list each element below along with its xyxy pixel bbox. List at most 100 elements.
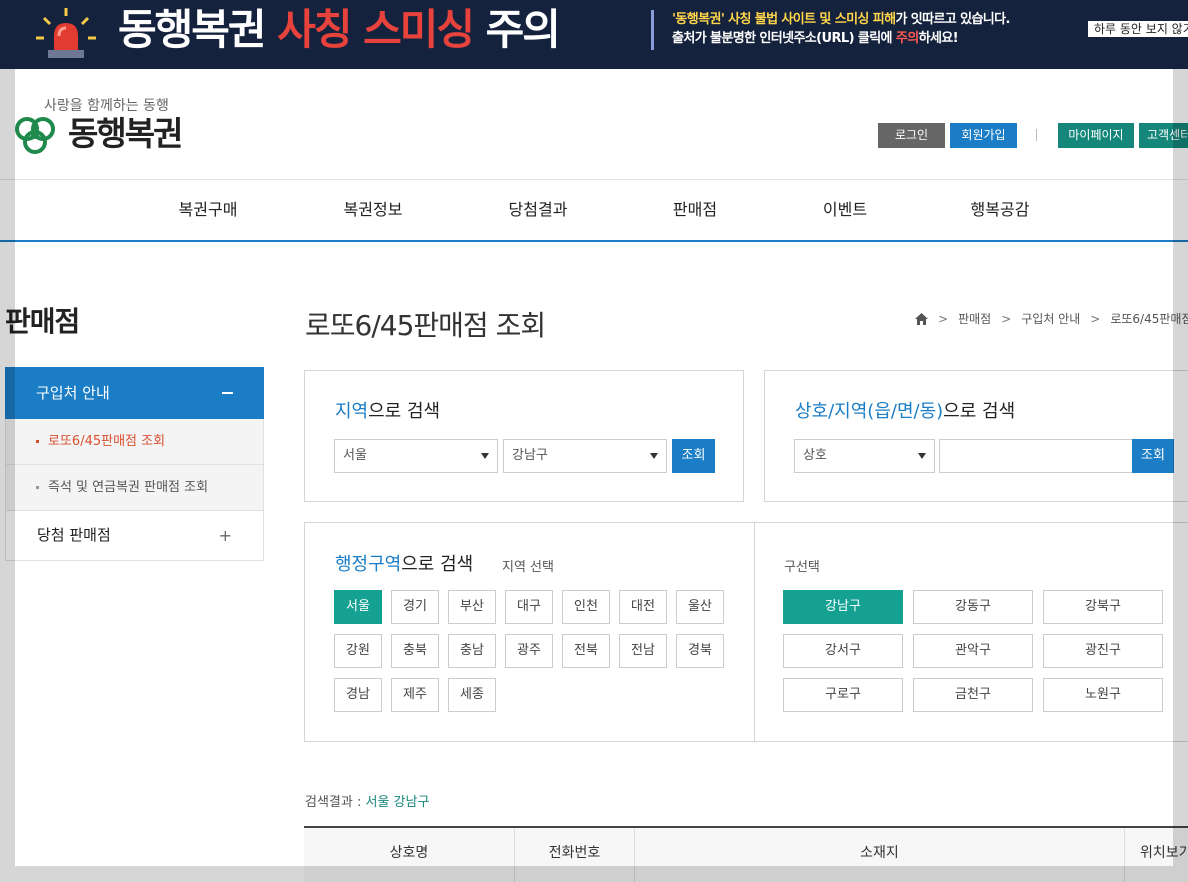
name-search-button[interactable]: 조회: [1132, 439, 1174, 473]
region-chip[interactable]: 세종: [448, 678, 496, 712]
region-search-button[interactable]: 조회: [672, 439, 715, 473]
sidebar-item-label: 당첨 판매점: [37, 526, 111, 544]
name-search-title-hl: 상호/지역(읍/면/동): [795, 401, 944, 422]
logo-text[interactable]: 동행복권: [68, 113, 183, 155]
nav-lottery-purchase[interactable]: 복권구매: [160, 180, 256, 240]
region-chip[interactable]: 울산: [676, 590, 724, 624]
sidebar-title: 판매점: [5, 305, 80, 338]
customer-center-button[interactable]: 고객센터: [1139, 123, 1188, 148]
region-chip[interactable]: 경기: [391, 590, 439, 624]
banner-title-caution: 주의: [485, 5, 561, 54]
region-select-label: 지역 선택: [502, 560, 554, 575]
gugun-select[interactable]: 강남구: [503, 439, 667, 473]
region-chip[interactable]: 서울: [334, 590, 382, 624]
siren-icon: [36, 8, 96, 58]
region-chip[interactable]: 충남: [448, 634, 496, 668]
sidebar-sub-label: 즉석 및 연금복권 판매점 조회: [48, 480, 209, 495]
chevron-right-icon: >: [1090, 311, 1101, 326]
expand-icon[interactable]: +: [219, 528, 232, 544]
admin-search-title-hl: 행정구역: [335, 554, 402, 575]
region-chip[interactable]: 경남: [334, 678, 382, 712]
sidebar-sub-instant-retailers[interactable]: 즉석 및 연금복권 판매점 조회: [5, 465, 264, 511]
gu-chip[interactable]: 강북구: [1043, 590, 1163, 624]
region-chip[interactable]: 전북: [562, 634, 610, 668]
nav-draw-results[interactable]: 당첨결과: [490, 180, 586, 240]
gu-chip[interactable]: 관악구: [913, 634, 1033, 668]
main-navigation: 복권구매 복권정보 당첨결과 판매점 이벤트 행복공감: [0, 180, 1188, 240]
search-type-select[interactable]: 상호: [794, 439, 935, 473]
gu-chip[interactable]: 광진구: [1043, 634, 1163, 668]
gu-chip[interactable]: 강동구: [913, 590, 1033, 624]
sidebar-item-purchase-guide[interactable]: 구입처 안내: [5, 367, 264, 419]
breadcrumb-item[interactable]: 판매점: [958, 310, 991, 327]
result-value: 서울 강남구: [365, 795, 430, 810]
region-chip[interactable]: 인천: [562, 590, 610, 624]
result-label: 검색결과 :: [305, 795, 366, 810]
sido-select-value: 서울: [343, 448, 367, 463]
region-chip[interactable]: 경북: [676, 634, 724, 668]
gu-chip[interactable]: 노원구: [1043, 678, 1163, 712]
region-search-title: 지역으로 검색: [335, 397, 440, 423]
breadcrumb-item-current: 로또6/45판매점 조회: [1110, 312, 1188, 326]
name-search-title: 상호/지역(읍/면/동)으로 검색: [795, 397, 1015, 423]
keyword-input[interactable]: [939, 439, 1133, 473]
gu-chip[interactable]: 강서구: [783, 634, 903, 668]
name-search-box: 상호/지역(읍/면/동)으로 검색 상호 조회: [764, 370, 1188, 502]
banner-close-today-button[interactable]: 하루 동안 보지 않기: [1088, 21, 1188, 37]
clover-logo-icon[interactable]: [13, 113, 59, 155]
region-chip[interactable]: 대구: [505, 590, 553, 624]
results-table-header: 상호명 전화번호 소재지 위치보기: [304, 828, 1188, 882]
region-chip[interactable]: 광주: [505, 634, 553, 668]
sidebar-item-label: 구입처 안내: [36, 384, 110, 402]
banner-divider: [651, 10, 654, 50]
home-icon[interactable]: [915, 312, 928, 325]
banner-msg-highlight: '동행복권' 사칭 불법 사이트 및 스미싱 피해: [672, 12, 896, 27]
breadcrumb: > 판매점 > 구입처 안내 > 로또6/45판매점 조회: [915, 310, 1188, 327]
dropdown-arrow-icon: [481, 453, 489, 459]
banner-msg-text2: 출처가 불분명한 인터넷주소(URL) 클릭에: [672, 31, 896, 46]
region-chip[interactable]: 대전: [619, 590, 667, 624]
region-chip[interactable]: 전남: [619, 634, 667, 668]
mypage-button[interactable]: 마이페이지: [1058, 123, 1134, 148]
region-search-title-hl: 지역: [335, 401, 369, 422]
region-chip[interactable]: 부산: [448, 590, 496, 624]
sidebar-sub-lotto-retailers[interactable]: 로또6/45판매점 조회: [5, 419, 264, 465]
gugun-select-value: 강남구: [512, 448, 548, 463]
dropdown-arrow-icon: [918, 453, 926, 459]
nav-events[interactable]: 이벤트: [805, 180, 885, 240]
admin-region-box: 행정구역으로 검색 지역 선택 서울 경기 부산 대구 인천 대전 울산 강원 …: [304, 522, 1188, 742]
gu-chip[interactable]: 구로구: [783, 678, 903, 712]
search-type-value: 상호: [803, 448, 827, 463]
search-result-summary: 검색결과 : 서울 강남구: [305, 791, 429, 810]
breadcrumb-item[interactable]: 구입처 안내: [1021, 310, 1080, 327]
admin-search-title-rest: 으로 검색: [401, 554, 474, 575]
banner-title-brand: 동행복권: [118, 5, 267, 54]
box-divider: [754, 523, 755, 741]
header-divider: [1036, 129, 1037, 141]
collapse-icon[interactable]: [222, 392, 233, 394]
region-chip[interactable]: 강원: [334, 634, 382, 668]
signup-button[interactable]: 회원가입: [950, 123, 1017, 148]
nav-retailers[interactable]: 판매점: [655, 180, 735, 240]
admin-search-title: 행정구역으로 검색: [335, 550, 473, 576]
chevron-right-icon: >: [938, 311, 949, 326]
gu-select-label: 구선택: [784, 560, 820, 575]
region-chip[interactable]: 충북: [391, 634, 439, 668]
name-search-title-rest: 으로 검색: [943, 401, 1016, 422]
sido-select[interactable]: 서울: [334, 439, 498, 473]
banner-title-warning: 사칭 스미싱: [277, 5, 475, 54]
gu-chip[interactable]: 강남구: [783, 590, 903, 624]
nav-happiness[interactable]: 행복공감: [952, 180, 1048, 240]
column-header-phone: 전화번호: [515, 828, 635, 882]
dropdown-arrow-icon: [650, 453, 658, 459]
login-button[interactable]: 로그인: [878, 123, 945, 148]
column-header-name: 상호명: [304, 828, 515, 882]
sidebar-item-winning-retailers[interactable]: 당첨 판매점 +: [5, 511, 264, 561]
banner-message: '동행복권' 사칭 불법 사이트 및 스미싱 피해가 잇따르고 있습니다. 출처…: [672, 10, 1010, 48]
banner-msg-caution: 주의: [895, 31, 919, 46]
logo-tagline: 사랑을 함께하는 동행: [44, 98, 169, 114]
nav-lottery-info[interactable]: 복권정보: [325, 180, 421, 240]
gu-chip[interactable]: 금천구: [913, 678, 1033, 712]
region-search-title-rest: 으로 검색: [368, 401, 441, 422]
region-chip[interactable]: 제주: [391, 678, 439, 712]
